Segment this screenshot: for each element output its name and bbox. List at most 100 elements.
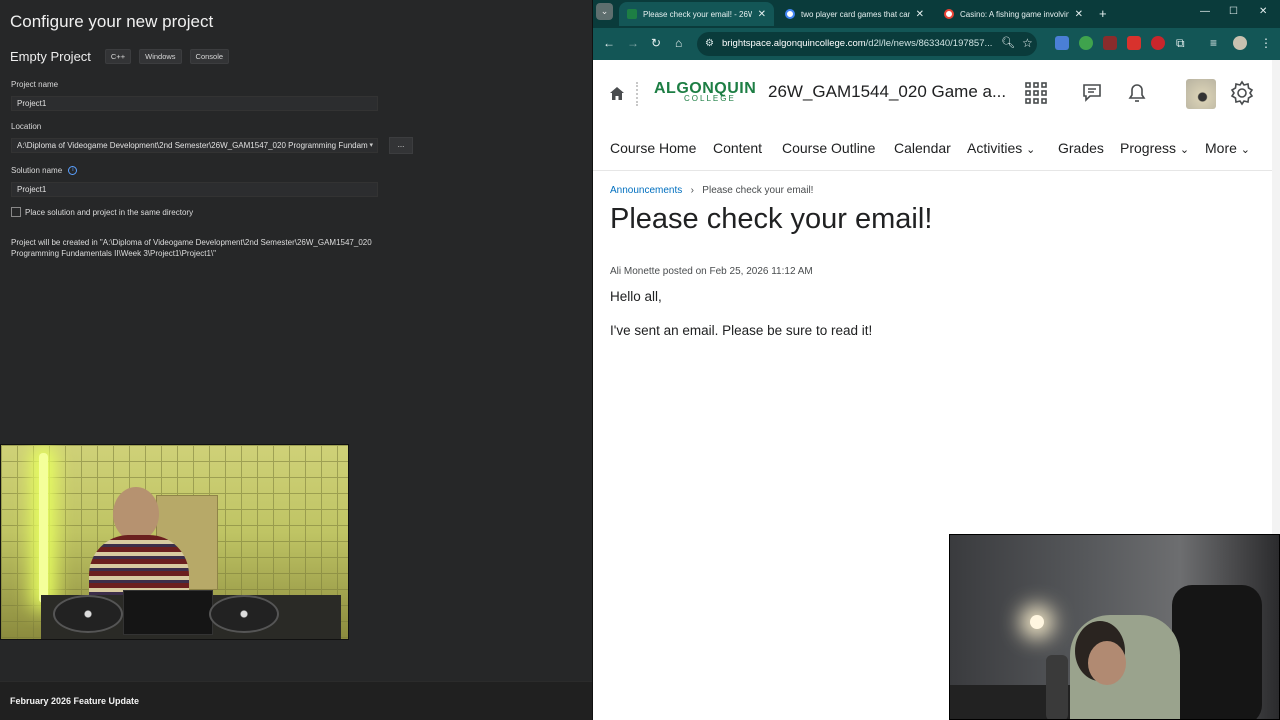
divider <box>636 82 638 106</box>
nav-more[interactable]: More ⌄ <box>1205 140 1250 156</box>
notifications-bell-icon[interactable] <box>1124 80 1150 106</box>
logo-text: ALGONQUIN <box>654 80 757 97</box>
tag-platform: Windows <box>139 49 182 64</box>
extension-icon[interactable] <box>1103 36 1117 50</box>
media-controls-icon[interactable]: ≡ <box>1210 36 1217 50</box>
brightspace-favicon-icon <box>627 9 637 19</box>
solution-name-label-row: Solution name i <box>11 166 78 176</box>
turntable-left <box>53 595 123 633</box>
extension-icon[interactable] <box>1079 36 1093 50</box>
breadcrumb: Announcements › Please check your email! <box>610 185 813 196</box>
nav-course-home[interactable]: Course Home <box>610 140 696 156</box>
nav-calendar[interactable]: Calendar <box>894 140 951 156</box>
project-name-label: Project name <box>11 80 59 89</box>
app-grid-icon[interactable] <box>1023 80 1049 106</box>
solution-name-label: Solution name <box>11 166 63 175</box>
zoom-icon[interactable]: 🔍︎ <box>1001 36 1015 49</box>
close-tab-icon[interactable]: ✕ <box>758 9 766 20</box>
course-navbar: Course Home Content Course Outline Calen… <box>593 128 1273 171</box>
profile-avatar-icon[interactable] <box>1233 36 1247 50</box>
settings-gear-icon[interactable] <box>1229 80 1255 106</box>
close-tab-icon[interactable]: ✕ <box>1075 9 1083 20</box>
water-bottle <box>1046 655 1068 719</box>
extension-icon[interactable] <box>1151 36 1165 50</box>
chevron-down-icon: ⌄ <box>1026 144 1036 156</box>
template-name: Empty Project <box>10 49 91 64</box>
page-title: Please check your email! <box>610 203 933 235</box>
new-tab-icon[interactable]: + <box>1099 6 1107 21</box>
maximize-icon[interactable]: ☐ <box>1229 6 1238 17</box>
google-favicon-icon <box>944 9 954 19</box>
message-alerts-icon[interactable] <box>1080 80 1106 106</box>
breadcrumb-separator-icon: › <box>685 185 700 196</box>
chevron-down-icon: ⌄ <box>1240 144 1251 156</box>
tab-card-games[interactable]: two player card games that can ✕ <box>777 2 932 26</box>
project-name-input[interactable]: Project1 <box>11 96 378 111</box>
home-icon[interactable] <box>610 87 624 100</box>
pdf-extension-icon[interactable] <box>1127 36 1141 50</box>
tab-search-icon[interactable]: ⌄ <box>596 3 613 20</box>
dropdown-arrow-icon[interactable]: ▾ <box>369 141 373 151</box>
course-title[interactable]: 26W_GAM1544_020 Game a... <box>768 82 1006 102</box>
nav-activities-label: Activities <box>967 140 1023 156</box>
neon-light <box>39 453 48 603</box>
post-meta: Ali Monette posted on Feb 25, 2026 11:12… <box>610 266 813 277</box>
minimize-icon[interactable]: — <box>1200 6 1210 17</box>
user-avatar[interactable] <box>1186 79 1216 109</box>
streamer-webcam-overlay <box>949 534 1280 720</box>
info-icon[interactable]: i <box>68 166 78 176</box>
feature-update-label[interactable]: February 2026 Feature Update <box>10 696 139 706</box>
algonquin-logo[interactable]: ALGONQUIN COLLEGE <box>654 80 757 104</box>
chair <box>1172 585 1262 719</box>
turntable-right <box>209 595 279 633</box>
nav-content[interactable]: Content <box>713 140 762 156</box>
extension-icon[interactable] <box>1055 36 1069 50</box>
feature-update-bar: February 2026 Feature Update <box>0 681 592 720</box>
nav-progress-label: Progress <box>1120 140 1177 156</box>
nav-activities[interactable]: Activities ⌄ <box>967 140 1035 156</box>
reload-icon[interactable]: ↻ <box>651 36 661 50</box>
tag-project-type: Console <box>189 49 230 64</box>
solution-name-value: Project1 <box>17 185 47 194</box>
back-icon[interactable]: ← <box>603 36 615 50</box>
close-window-icon[interactable]: ✕ <box>1259 6 1267 17</box>
post-body: I've sent an email. Please be sure to re… <box>610 323 873 338</box>
dj-head <box>113 487 159 541</box>
project-path-note: Project will be created in "A:\Diploma o… <box>11 238 372 258</box>
extensions-puzzle-icon[interactable]: ⧉ <box>1176 36 1185 51</box>
dj-mixer <box>123 590 213 635</box>
tab-announcement[interactable]: Please check your email! - 26W ✕ <box>619 2 774 26</box>
breadcrumb-announcements-link[interactable]: Announcements <box>610 185 682 196</box>
project-name-value: Project1 <box>17 99 47 108</box>
tab-label: two player card games that can <box>801 9 910 19</box>
same-directory-label[interactable]: Place solution and project in the same d… <box>25 208 193 217</box>
dj-webcam-overlay <box>0 444 349 640</box>
post-greeting: Hello all, <box>610 289 662 304</box>
breadcrumb-current: Please check your email! <box>702 185 814 196</box>
tab-strip: ⌄ Please check your email! - 26W ✕ two p… <box>593 0 1280 28</box>
chrome-menu-icon[interactable]: ⋮ <box>1260 36 1272 50</box>
bookmark-star-icon[interactable]: ☆ <box>1022 36 1033 50</box>
browse-button[interactable]: ... <box>389 137 413 154</box>
lamp-light <box>1030 615 1044 629</box>
home-icon[interactable]: ⌂ <box>675 36 682 50</box>
site-info-icon[interactable]: ⚙ <box>705 32 714 56</box>
close-tab-icon[interactable]: ✕ <box>916 9 924 20</box>
dialog-title: Configure your new project <box>10 12 214 31</box>
forward-icon[interactable]: → <box>627 36 639 50</box>
nav-progress[interactable]: Progress ⌄ <box>1120 140 1189 156</box>
nav-more-label: More <box>1205 140 1237 156</box>
location-label: Location <box>11 122 42 131</box>
solution-name-input[interactable]: Project1 <box>11 182 378 197</box>
chevron-down-icon: ⌄ <box>1179 144 1190 156</box>
tab-label: Please check your email! - 26W <box>643 9 752 19</box>
nav-grades[interactable]: Grades <box>1058 140 1104 156</box>
desktop: Configure your new project Empty Project… <box>0 0 1280 720</box>
tab-casino[interactable]: Casino: A fishing game involvin ✕ <box>936 2 1091 26</box>
template-header: Empty Project C++ Windows Console <box>10 49 230 64</box>
tab-label: Casino: A fishing game involvin <box>960 9 1069 19</box>
nav-course-outline[interactable]: Course Outline <box>782 140 875 156</box>
same-directory-checkbox[interactable] <box>11 207 21 217</box>
location-combobox[interactable]: A:\Diploma of Videogame Development\2nd … <box>11 138 378 153</box>
address-bar[interactable]: ⚙ brightspace.algonquincollege.com/d2l/l… <box>697 32 1037 56</box>
